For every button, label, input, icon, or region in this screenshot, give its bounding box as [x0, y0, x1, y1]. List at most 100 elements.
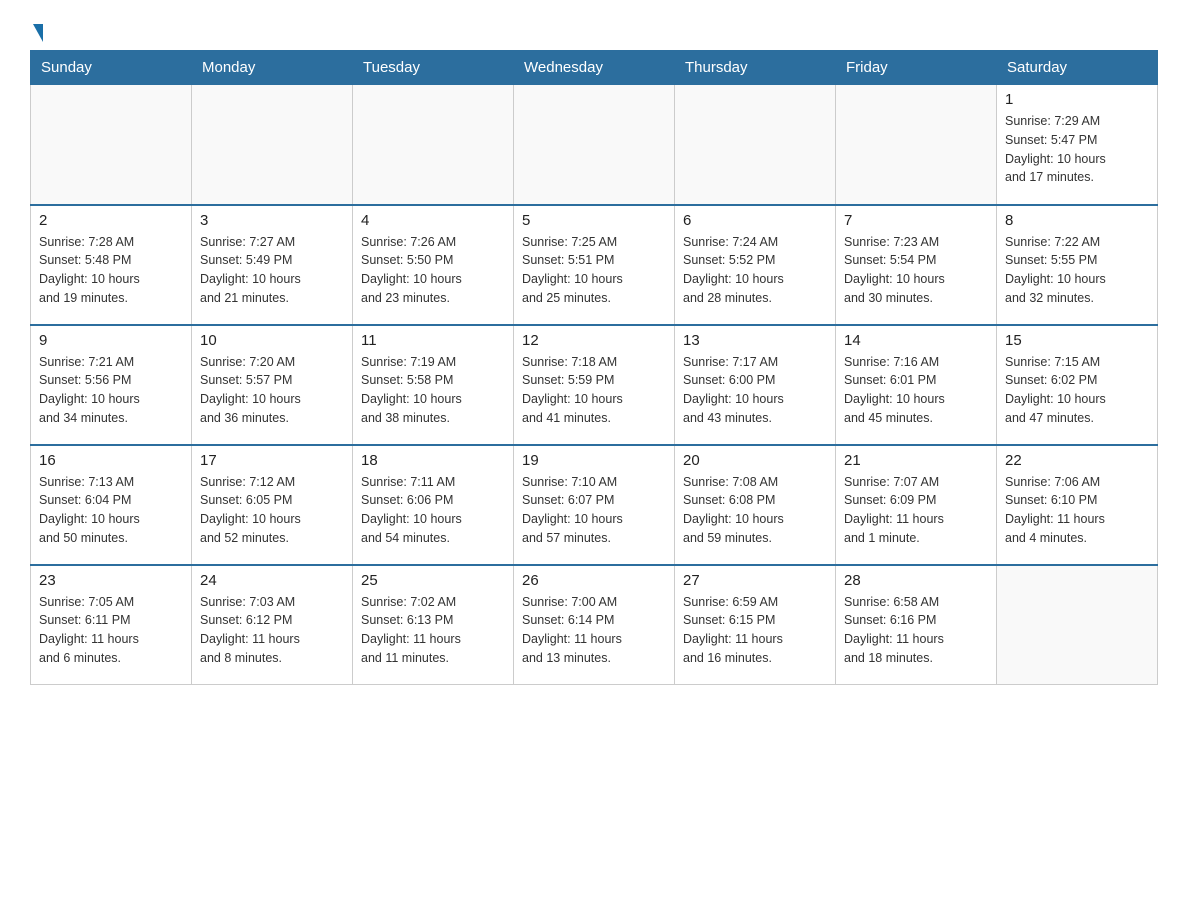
weekday-header-tuesday: Tuesday [353, 51, 514, 85]
day-number: 20 [683, 452, 827, 469]
calendar-cell: 12 Sunrise: 7:18 AM Sunset: 5:59 PM Dayli… [514, 325, 675, 445]
day-info: Sunrise: 7:28 AM Sunset: 5:48 PM Dayligh… [39, 233, 183, 308]
day-number: 23 [39, 572, 183, 589]
calendar-cell: 5 Sunrise: 7:25 AM Sunset: 5:51 PM Daylig… [514, 205, 675, 325]
week-row-2: 9Sunrise: 7:21 AM Sunset: 5:56 PM Daylig… [31, 325, 1158, 445]
day-number: 17 [200, 452, 344, 469]
calendar-cell: 19 Sunrise: 7:10 AM Sunset: 6:07 PM Dayli… [514, 445, 675, 565]
day-number: 16 [39, 452, 183, 469]
calendar-cell [192, 85, 353, 205]
day-info: Sunrise: 7:19 AM Sunset: 5:58 PM Dayligh… [361, 353, 505, 428]
day-number: 26 [522, 572, 666, 589]
calendar-cell: 16 Sunrise: 7:13 AM Sunset: 6:04 PM Dayli… [31, 445, 192, 565]
calendar-cell: 10 Sunrise: 7:20 AM Sunset: 5:57 PM Dayli… [192, 325, 353, 445]
day-number: 4 [361, 212, 505, 229]
day-info: Sunrise: 7:10 AM Sunset: 6:07 PM Dayligh… [522, 473, 666, 548]
day-number: 3 [200, 212, 344, 229]
day-info: Sunrise: 7:29 AM Sunset: 5:47 PM Dayligh… [1005, 112, 1149, 187]
day-number: 11 [361, 332, 505, 349]
calendar-cell: 6 Sunrise: 7:24 AM Sunset: 5:52 PM Daylig… [675, 205, 836, 325]
weekday-header-sunday: Sunday [31, 51, 192, 85]
calendar-cell: 15 Sunrise: 7:15 AM Sunset: 6:02 PM Dayli… [997, 325, 1158, 445]
day-info: Sunrise: 7:22 AM Sunset: 5:55 PM Dayligh… [1005, 233, 1149, 308]
day-info: Sunrise: 6:58 AM Sunset: 6:16 PM Dayligh… [844, 593, 988, 668]
day-info: Sunrise: 7:11 AM Sunset: 6:06 PM Dayligh… [361, 473, 505, 548]
calendar-cell [997, 565, 1158, 685]
day-info: Sunrise: 7:16 AM Sunset: 6:01 PM Dayligh… [844, 353, 988, 428]
week-row-0: 1 Sunrise: 7:29 AM Sunset: 5:47 PM Daylig… [31, 85, 1158, 205]
day-number: 10 [200, 332, 344, 349]
week-row-1: 2 Sunrise: 7:28 AM Sunset: 5:48 PM Daylig… [31, 205, 1158, 325]
day-info: Sunrise: 7:13 AM Sunset: 6:04 PM Dayligh… [39, 473, 183, 548]
week-row-4: 23 Sunrise: 7:05 AM Sunset: 6:11 PM Dayli… [31, 565, 1158, 685]
day-info: Sunrise: 7:23 AM Sunset: 5:54 PM Dayligh… [844, 233, 988, 308]
calendar-cell: 20 Sunrise: 7:08 AM Sunset: 6:08 PM Dayli… [675, 445, 836, 565]
day-number: 5 [522, 212, 666, 229]
calendar-table: SundayMondayTuesdayWednesdayThursdayFrid… [30, 50, 1158, 685]
calendar-cell: 22 Sunrise: 7:06 AM Sunset: 6:10 PM Dayli… [997, 445, 1158, 565]
day-info: Sunrise: 7:27 AM Sunset: 5:49 PM Dayligh… [200, 233, 344, 308]
calendar-cell: 4 Sunrise: 7:26 AM Sunset: 5:50 PM Daylig… [353, 205, 514, 325]
calendar-cell: 7 Sunrise: 7:23 AM Sunset: 5:54 PM Daylig… [836, 205, 997, 325]
calendar-cell: 23 Sunrise: 7:05 AM Sunset: 6:11 PM Dayli… [31, 565, 192, 685]
calendar-cell [31, 85, 192, 205]
calendar-cell: 25 Sunrise: 7:02 AM Sunset: 6:13 PM Dayli… [353, 565, 514, 685]
calendar-cell [836, 85, 997, 205]
weekday-header-thursday: Thursday [675, 51, 836, 85]
calendar-cell: 28 Sunrise: 6:58 AM Sunset: 6:16 PM Dayli… [836, 565, 997, 685]
day-number: 24 [200, 572, 344, 589]
day-number: 14 [844, 332, 988, 349]
day-number: 21 [844, 452, 988, 469]
logo [30, 20, 43, 40]
day-info: Sunrise: 7:15 AM Sunset: 6:02 PM Dayligh… [1005, 353, 1149, 428]
calendar-cell: 14 Sunrise: 7:16 AM Sunset: 6:01 PM Dayli… [836, 325, 997, 445]
day-number: 12 [522, 332, 666, 349]
day-number: 13 [683, 332, 827, 349]
day-info: Sunrise: 7:20 AM Sunset: 5:57 PM Dayligh… [200, 353, 344, 428]
day-number: 8 [1005, 212, 1149, 229]
day-number: 2 [39, 212, 183, 229]
day-info: Sunrise: 7:07 AM Sunset: 6:09 PM Dayligh… [844, 473, 988, 548]
day-number: 15 [1005, 332, 1149, 349]
calendar-cell [675, 85, 836, 205]
day-info: Sunrise: 7:02 AM Sunset: 6:13 PM Dayligh… [361, 593, 505, 668]
day-info: Sunrise: 7:18 AM Sunset: 5:59 PM Dayligh… [522, 353, 666, 428]
calendar-cell: 9Sunrise: 7:21 AM Sunset: 5:56 PM Daylig… [31, 325, 192, 445]
calendar-cell: 18 Sunrise: 7:11 AM Sunset: 6:06 PM Dayli… [353, 445, 514, 565]
day-number: 25 [361, 572, 505, 589]
calendar-cell: 3 Sunrise: 7:27 AM Sunset: 5:49 PM Daylig… [192, 205, 353, 325]
calendar-cell: 13Sunrise: 7:17 AM Sunset: 6:00 PM Dayli… [675, 325, 836, 445]
calendar-cell [514, 85, 675, 205]
day-number: 28 [844, 572, 988, 589]
day-info: Sunrise: 7:06 AM Sunset: 6:10 PM Dayligh… [1005, 473, 1149, 548]
day-info: Sunrise: 7:03 AM Sunset: 6:12 PM Dayligh… [200, 593, 344, 668]
calendar-cell: 11 Sunrise: 7:19 AM Sunset: 5:58 PM Dayli… [353, 325, 514, 445]
week-row-3: 16 Sunrise: 7:13 AM Sunset: 6:04 PM Dayli… [31, 445, 1158, 565]
day-number: 7 [844, 212, 988, 229]
calendar-cell [353, 85, 514, 205]
calendar-cell: 27 Sunrise: 6:59 AM Sunset: 6:15 PM Dayli… [675, 565, 836, 685]
calendar-cell: 1 Sunrise: 7:29 AM Sunset: 5:47 PM Daylig… [997, 85, 1158, 205]
day-number: 1 [1005, 91, 1149, 108]
logo-arrow-icon [33, 24, 43, 42]
day-info: Sunrise: 6:59 AM Sunset: 6:15 PM Dayligh… [683, 593, 827, 668]
day-number: 22 [1005, 452, 1149, 469]
weekday-header-row: SundayMondayTuesdayWednesdayThursdayFrid… [31, 51, 1158, 85]
day-info: Sunrise: 7:21 AM Sunset: 5:56 PM Dayligh… [39, 353, 183, 428]
page-header [30, 20, 1158, 40]
day-number: 27 [683, 572, 827, 589]
day-number: 6 [683, 212, 827, 229]
calendar-cell: 2 Sunrise: 7:28 AM Sunset: 5:48 PM Daylig… [31, 205, 192, 325]
day-number: 19 [522, 452, 666, 469]
day-info: Sunrise: 7:05 AM Sunset: 6:11 PM Dayligh… [39, 593, 183, 668]
day-info: Sunrise: 7:12 AM Sunset: 6:05 PM Dayligh… [200, 473, 344, 548]
day-info: Sunrise: 7:25 AM Sunset: 5:51 PM Dayligh… [522, 233, 666, 308]
day-info: Sunrise: 7:24 AM Sunset: 5:52 PM Dayligh… [683, 233, 827, 308]
calendar-cell: 26Sunrise: 7:00 AM Sunset: 6:14 PM Dayli… [514, 565, 675, 685]
calendar-cell: 8 Sunrise: 7:22 AM Sunset: 5:55 PM Daylig… [997, 205, 1158, 325]
calendar-cell: 21 Sunrise: 7:07 AM Sunset: 6:09 PM Dayli… [836, 445, 997, 565]
day-number: 18 [361, 452, 505, 469]
weekday-header-wednesday: Wednesday [514, 51, 675, 85]
day-info: Sunrise: 7:26 AM Sunset: 5:50 PM Dayligh… [361, 233, 505, 308]
day-info: Sunrise: 7:08 AM Sunset: 6:08 PM Dayligh… [683, 473, 827, 548]
